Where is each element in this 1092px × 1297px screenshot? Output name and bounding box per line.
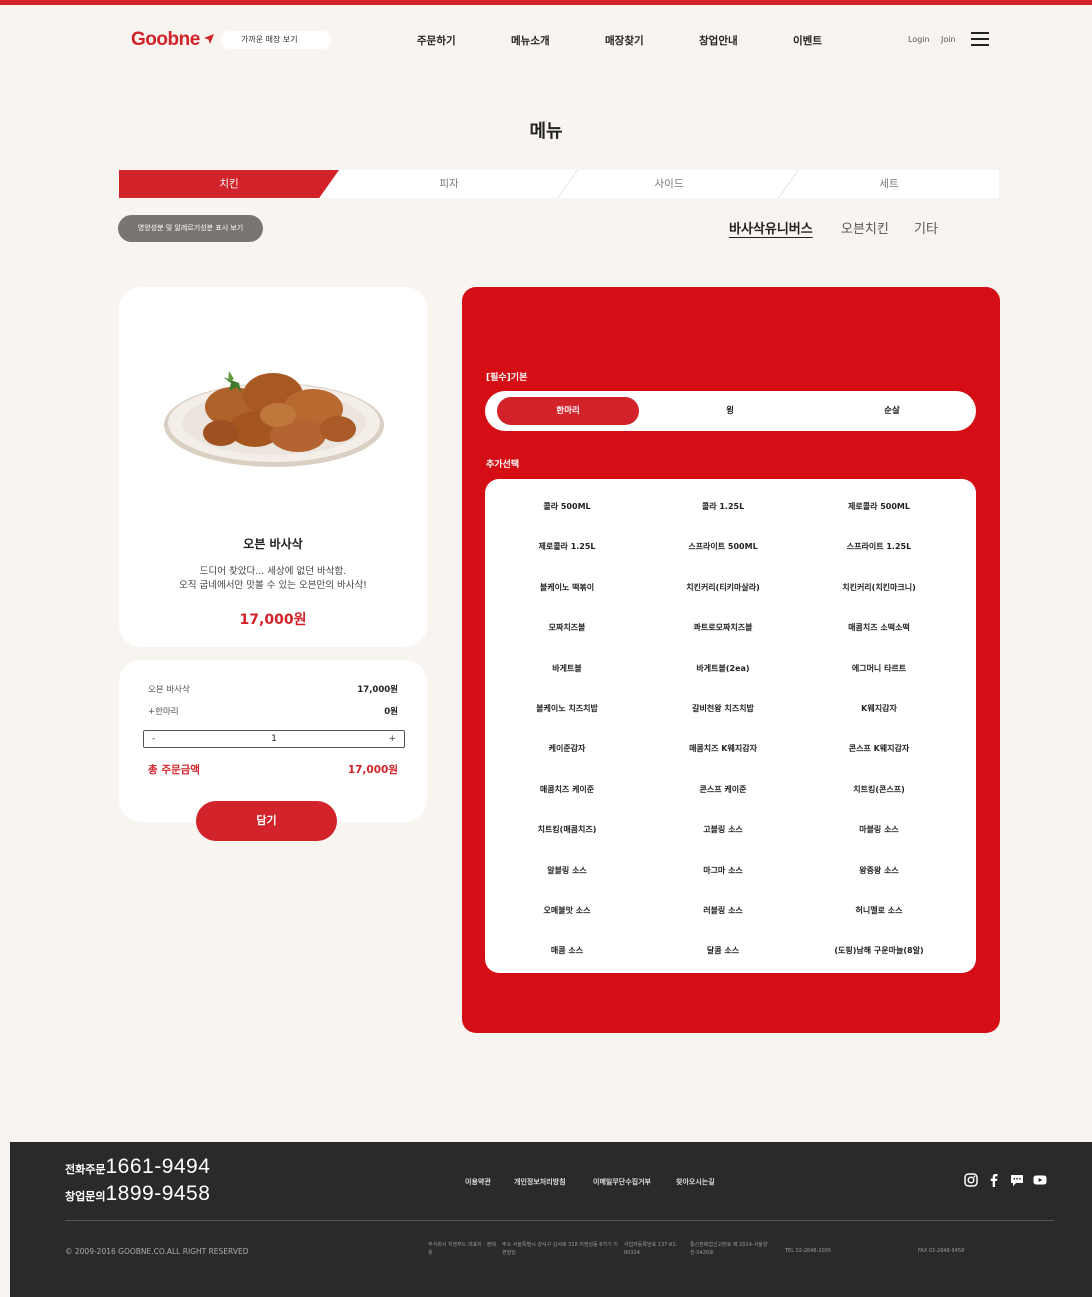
extra-option-item[interactable]: 매콤치즈 소떡소떡: [799, 622, 959, 633]
extra-option-item[interactable]: 케이준감자: [487, 743, 647, 754]
extra-option-item[interactable]: 매콤치즈 K웨지감자: [643, 743, 803, 754]
extra-option-item[interactable]: 콘스프 K웨지감자: [799, 743, 959, 754]
extra-option-item[interactable]: 스프라이트 500ML: [643, 541, 803, 552]
copyright: © 2009-2016 GOOBNE.CO.ALL RIGHT RESERVED: [65, 1247, 249, 1256]
options-panel: [필수]기본 한마리 윙 순살 추가선택 콜라 500ML 콜라 1.25L 제로콜…: [462, 287, 1000, 1033]
site-header: Goobne 가까운 매장 보기 주문하기 메뉴소개 매장찾기 창업안내 이벤트…: [0, 5, 1092, 69]
product-description: 드디어 찾았다... 세상에 없던 바삭함. 오직 굽네에서만 맛볼 수 있는 …: [179, 566, 367, 591]
extra-option-item[interactable]: 치킨커리(티키마살라): [643, 582, 803, 593]
size-option-whole[interactable]: 한마리: [497, 397, 639, 425]
site-footer: 전화주문1661-9494 창업문의1899-9458 이용약관 개인정보처리방…: [10, 1142, 1092, 1297]
nav-event[interactable]: 이벤트: [793, 33, 822, 48]
extra-option-item[interactable]: (도핑)남해 구운마늘(8알): [799, 945, 959, 956]
footer-link-directions[interactable]: 찾아오시는길: [676, 1177, 715, 1187]
extra-option-label: 추가선택: [486, 460, 520, 470]
franchise-phone: 창업문의1899-9458: [65, 1182, 211, 1205]
subtab-oven-chicken[interactable]: 오븐치킨: [841, 218, 889, 237]
size-option-wing[interactable]: 윙: [659, 397, 801, 425]
youtube-icon[interactable]: [1033, 1173, 1047, 1187]
store-finder-button[interactable]: 가까운 매장 보기: [221, 31, 331, 49]
size-selector: 한마리 윙 순살: [485, 391, 976, 431]
tab-side[interactable]: 사이드: [559, 170, 779, 198]
footer-link-terms[interactable]: 이용약관: [465, 1177, 491, 1187]
nav-franchise[interactable]: 창업안내: [699, 33, 738, 48]
extra-option-item[interactable]: 볼케이노 치즈치밥: [487, 703, 647, 714]
product-name: 오븐 바사삭: [243, 537, 303, 551]
goobne-logo[interactable]: Goobne: [131, 29, 200, 51]
extra-option-item[interactable]: 치트킹(콘스프): [799, 784, 959, 795]
nutrition-info-button[interactable]: 영양성분 및 알레르기성분 표시 보기: [118, 215, 263, 242]
corp-mail-order-number: 통신판매업신고번호 제 2014-서울양천-0426호: [690, 1242, 768, 1256]
quantity-increase-button[interactable]: +: [388, 731, 396, 747]
corp-fax: FAX 02-2648-9458: [918, 1248, 965, 1254]
quantity-value[interactable]: 1: [144, 731, 404, 747]
extra-option-item[interactable]: 제로콜라 500ML: [799, 501, 959, 512]
extra-option-item[interactable]: 모짜치즈볼: [487, 622, 647, 633]
extra-option-item[interactable]: 치킨커리(치킨마크니): [799, 582, 959, 593]
extra-option-item[interactable]: 콘스프 케이준: [643, 784, 803, 795]
extra-option-item[interactable]: 허니멜로 소스: [799, 905, 959, 916]
extra-option-item[interactable]: 왕중왕 소스: [799, 865, 959, 876]
order-summary: 오븐 바사삭 17,000원 +한마리 0원 1 - + 총 주문금액 17,0…: [119, 660, 427, 822]
login-link[interactable]: Login: [908, 35, 930, 44]
extra-option-item[interactable]: 달콤 소스: [643, 945, 803, 956]
extra-option-item[interactable]: 치트킹(매콤치즈): [487, 824, 647, 835]
extra-option-item[interactable]: 고블링 소스: [643, 824, 803, 835]
quantity-stepper: 1 - +: [143, 730, 405, 748]
extra-option-item[interactable]: 콜라 500ML: [487, 501, 647, 512]
extra-option-item[interactable]: 에그머니 타르트: [799, 663, 959, 674]
facebook-icon[interactable]: [987, 1173, 1001, 1187]
corp-address: 주소 서울특별시 강서구 강서로 318 지엔성동 6가기 지엔빌딩: [502, 1242, 618, 1256]
quantity-decrease-button[interactable]: -: [152, 731, 155, 747]
required-option-label: [필수]기본: [486, 373, 528, 383]
extra-option-item[interactable]: 갈비천왕 치즈치밥: [643, 703, 803, 714]
corp-ceo: 주식회사 지엔푸드 대표자 : 정태용: [428, 1242, 496, 1256]
extra-option-item[interactable]: 스프라이트 1.25L: [799, 541, 959, 552]
footer-link-email-refusal[interactable]: 이메일무단수집거부: [593, 1177, 651, 1187]
nav-menu[interactable]: 메뉴소개: [511, 33, 550, 48]
summary-option-row: +한마리 0원: [148, 707, 398, 717]
tab-chicken[interactable]: 치킨: [119, 170, 339, 198]
tab-set[interactable]: 세트: [779, 170, 999, 198]
product-price: 17,000원: [239, 612, 307, 628]
location-arrow-icon: [204, 34, 214, 44]
extra-option-item[interactable]: 러블링 소스: [643, 905, 803, 916]
footer-divider: [65, 1220, 1054, 1221]
extra-option-item[interactable]: 바게트볼: [487, 663, 647, 674]
extra-option-item[interactable]: 제로콜라 1.25L: [487, 541, 647, 552]
extra-option-item[interactable]: 마그마 소스: [643, 865, 803, 876]
footer-link-privacy[interactable]: 개인정보처리방침: [514, 1177, 566, 1187]
tab-pizza[interactable]: 피자: [339, 170, 559, 198]
add-to-cart-button[interactable]: 담기: [196, 801, 337, 841]
subtab-etc[interactable]: 기타: [914, 218, 938, 237]
extra-options-grid: 콜라 500ML 콜라 1.25L 제로콜라 500ML 제로콜라 1.25L 스프라이…: [485, 479, 976, 973]
corp-tel: TEL 02-2648-2005: [785, 1248, 832, 1254]
extra-option-item[interactable]: 콰트로모짜치즈볼: [643, 622, 803, 633]
extra-option-item[interactable]: 매콤치즈 케이준: [487, 784, 647, 795]
extra-option-item[interactable]: 오메불맛 소스: [487, 905, 647, 916]
extra-option-item[interactable]: 마블링 소스: [799, 824, 959, 835]
extra-option-item[interactable]: 알블링 소스: [487, 865, 647, 876]
extra-option-item[interactable]: 콜라 1.25L: [643, 501, 803, 512]
total-price-row: 총 주문금액 17,000원: [148, 764, 398, 776]
corp-business-number: 사업자등록번호 137-81-80324: [624, 1242, 678, 1256]
size-option-boneless[interactable]: 순살: [821, 397, 963, 425]
extra-option-item[interactable]: 바게트볼(2ea): [643, 663, 803, 674]
extra-option-item[interactable]: K웨지감자: [799, 703, 959, 714]
summary-item-row: 오븐 바사삭 17,000원: [148, 685, 398, 695]
chat-icon[interactable]: [1010, 1173, 1024, 1187]
extra-option-item[interactable]: 볼케이노 떡볶이: [487, 582, 647, 593]
subtab-basasak-universe[interactable]: 바사삭유니버스: [729, 218, 813, 237]
join-link[interactable]: Join: [941, 35, 956, 44]
product-card: 오븐 바사삭 드디어 찾았다... 세상에 없던 바삭함. 오직 굽네에서만 맛…: [119, 287, 427, 647]
nav-order[interactable]: 주문하기: [417, 33, 456, 48]
extra-option-item[interactable]: 매콤 소스: [487, 945, 647, 956]
category-tabs: 치킨 피자 사이드 세트: [119, 170, 999, 198]
hamburger-menu-icon[interactable]: [971, 32, 989, 46]
nav-store[interactable]: 매장찾기: [605, 33, 644, 48]
phone-order: 전화주문1661-9494: [65, 1155, 211, 1178]
page-title: 메뉴: [529, 121, 563, 142]
chicken-product-image: [164, 371, 384, 467]
instagram-icon[interactable]: [964, 1173, 978, 1187]
